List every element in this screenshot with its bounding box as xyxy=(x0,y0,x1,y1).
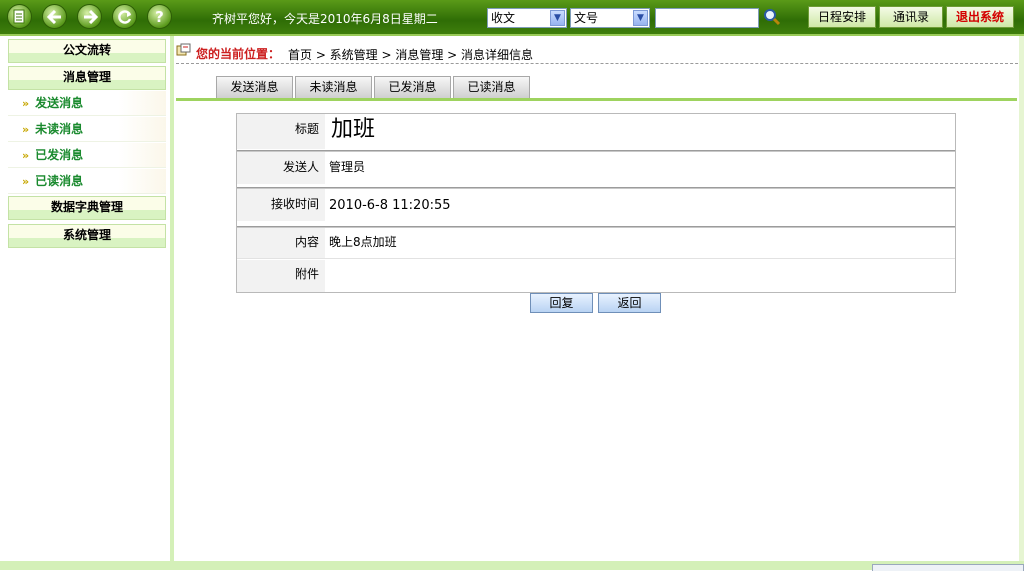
logout-button[interactable]: 退出系统 xyxy=(946,6,1014,28)
help-icon[interactable]: ? xyxy=(147,4,172,29)
double-chevron-icon: » xyxy=(22,97,30,110)
sidebar-item-sent-messages[interactable]: » 已发消息 xyxy=(8,143,166,168)
sidebar-item-label: 已发消息 xyxy=(35,148,84,162)
top-toolbar: ? 齐树平您好，今天是2010年6月8日星期二 收文 ▼ 文号 ▼ 日程安排 通… xyxy=(0,0,1024,36)
double-chevron-icon: » xyxy=(22,123,30,136)
forward-arrow-icon[interactable] xyxy=(77,4,102,29)
content-row: 内容 晚上8点加班 xyxy=(237,228,955,259)
breadcrumb-path[interactable]: 首页 > 系统管理 > 消息管理 > 消息详细信息 xyxy=(288,46,533,63)
tab-sent-messages[interactable]: 已发消息 xyxy=(374,76,451,98)
content-value: 晚上8点加班 xyxy=(329,235,397,249)
content-label: 内容 xyxy=(237,228,325,258)
search-icon[interactable] xyxy=(763,8,781,26)
refresh-icon[interactable] xyxy=(112,4,137,29)
sender-row: 发送人 管理员 xyxy=(237,152,955,184)
sidebar-item-send-message[interactable]: » 发送消息 xyxy=(8,91,166,116)
chevron-down-icon[interactable]: ▼ xyxy=(550,10,565,26)
receive-time-row: 接收时间 2010-6-8 11:20:55 xyxy=(237,189,955,221)
sidebar-item-read-messages[interactable]: » 已读消息 xyxy=(8,169,166,194)
title-row: 标题 加班 xyxy=(237,114,955,149)
tab-underline xyxy=(176,98,1017,101)
sidebar-item-label: 未读消息 xyxy=(35,122,84,136)
sender-label: 发送人 xyxy=(237,152,325,184)
search-field-select-value: 文号 xyxy=(574,11,599,25)
tab-read-messages[interactable]: 已读消息 xyxy=(453,76,530,98)
sidebar-item-label: 已读消息 xyxy=(35,174,84,188)
double-chevron-icon: » xyxy=(22,175,30,188)
back-arrow-icon[interactable] xyxy=(42,4,67,29)
contacts-button[interactable]: 通讯录 xyxy=(879,6,943,28)
schedule-button[interactable]: 日程安排 xyxy=(808,6,876,28)
sender-value: 管理员 xyxy=(329,160,366,174)
search-field-select[interactable]: 文号 ▼ xyxy=(570,8,650,28)
breadcrumb: 您的当前位置： 首页 > 系统管理 > 消息管理 > 消息详细信息 xyxy=(176,43,1018,64)
attachment-label: 附件 xyxy=(237,260,325,292)
location-icon xyxy=(176,43,192,57)
breadcrumb-label: 您的当前位置： xyxy=(196,47,281,61)
right-border-strip xyxy=(1019,36,1024,561)
sidebar: 公文流转 消息管理 » 发送消息 » 未读消息 » 已发消息 » 已读消息 数据字典管理… xyxy=(0,36,174,561)
tab-send-message[interactable]: 发送消息 xyxy=(216,76,293,98)
doc-type-select-value: 收文 xyxy=(491,11,516,25)
receive-time-label: 接收时间 xyxy=(237,189,325,221)
greeting-text: 齐树平您好，今天是2010年6月8日星期二 xyxy=(212,12,438,26)
sidebar-item-unread-messages[interactable]: » 未读消息 xyxy=(8,117,166,142)
bottom-border-strip xyxy=(0,561,1024,570)
receive-time-value: 2010-6-8 11:20:55 xyxy=(329,198,451,213)
back-button[interactable]: 返回 xyxy=(598,293,661,313)
sidebar-section-doc-flow[interactable]: 公文流转 xyxy=(8,39,166,63)
sidebar-item-label: 发送消息 xyxy=(35,96,84,110)
reply-button[interactable]: 回复 xyxy=(530,293,593,313)
chevron-down-icon[interactable]: ▼ xyxy=(633,10,648,26)
sidebar-section-messages[interactable]: 消息管理 xyxy=(8,66,166,90)
title-label: 标题 xyxy=(237,114,325,149)
sidebar-section-dictionary[interactable]: 数据字典管理 xyxy=(8,196,166,220)
search-input[interactable] xyxy=(655,8,759,28)
tab-unread-messages[interactable]: 未读消息 xyxy=(295,76,372,98)
double-chevron-icon: » xyxy=(22,149,30,162)
sidebar-section-system[interactable]: 系统管理 xyxy=(8,224,166,248)
attachment-row: 附件 xyxy=(237,260,955,292)
title-value: 加班 xyxy=(331,117,376,142)
doc-type-select[interactable]: 收文 ▼ xyxy=(487,8,567,28)
document-icon[interactable] xyxy=(7,4,32,29)
message-detail-table: 标题 加班 发送人 管理员 接收时间 2010-6-8 11:20:55 内容 … xyxy=(236,113,956,293)
